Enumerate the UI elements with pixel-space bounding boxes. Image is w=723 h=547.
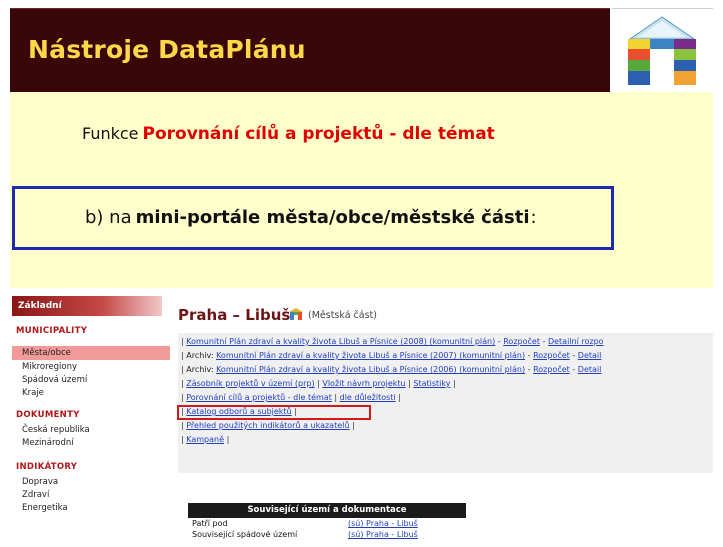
sidebar-item-label: Města/obce — [22, 348, 71, 358]
related-link[interactable]: (sú) Praha - Libuš — [348, 519, 418, 528]
table-row: Patří pod (sú) Praha - Libuš — [188, 518, 466, 529]
link-komunitni-plan-2008[interactable]: Komunitní Plán zdraví a kvality života L… — [186, 337, 495, 346]
link-detail[interactable]: Detail — [578, 365, 602, 374]
link-line-1: | Komunitní Plán zdraví a kvality života… — [181, 337, 604, 346]
related-link[interactable]: (sú) Praha - Libuš — [348, 530, 418, 539]
link-detailni-rozpocet[interactable]: Detailní rozpo — [548, 337, 604, 346]
portal-strong: mini-portále města/obce/městské části — [135, 207, 530, 228]
function-line: Funkce Porovnání cílů a projektů - dle té… — [82, 124, 495, 144]
related-table-head: Související území a dokumentace — [188, 503, 466, 518]
function-prefix: Funkce — [82, 124, 139, 143]
sidebar-item-energetika[interactable]: Energetika — [22, 503, 68, 513]
arch-logo-icon — [628, 16, 696, 85]
link-detail[interactable]: Detail — [578, 351, 602, 360]
link-line-4: | Zásobník projektů v území (prp) | Vlož… — [181, 379, 456, 388]
link-komunitni-plan-2007[interactable]: Komunitní Plán zdraví a kvality života L… — [216, 351, 525, 360]
archive-label: Archiv: — [186, 351, 214, 360]
link-kampane[interactable]: Kampaně — [186, 435, 224, 444]
link-zasobnik-projektu[interactable]: Zásobník projektů v území (prp) — [186, 379, 314, 388]
sidebar-head: Základní — [12, 296, 162, 316]
sidebar-item-mikroregiony[interactable]: Mikroregiony — [22, 362, 77, 372]
link-line-7: | Přehled použitých indikátorů a ukazate… — [181, 421, 355, 430]
portal-callout: b) na mini-portále města/obce/městské čás… — [12, 186, 614, 250]
town-hall-icon — [289, 308, 303, 320]
related-key: Související spádové území — [192, 530, 298, 539]
link-line-5: | Porovnání cílů a projektů - dle témat … — [181, 393, 401, 402]
sidebar-section-municipality: MUNICIPALITY — [16, 326, 88, 336]
explanation-panel: Funkce Porovnání cílů a projektů - dle té… — [10, 92, 713, 288]
portal-screenshot: Základní MUNICIPALITY Města/obce Mikrore… — [10, 290, 713, 540]
sidebar-item-spadova-uzemi[interactable]: Spádová území — [22, 375, 87, 385]
link-line-3: | Archiv: Komunitní Plán zdraví a kvalit… — [181, 365, 602, 374]
related-key: Patří pod — [192, 519, 228, 528]
function-name: Porovnání cílů a projektů - dle témat — [142, 124, 495, 144]
header-title: Nástroje DataPlánu — [28, 35, 306, 64]
sidebar-item-ceska-republika[interactable]: Česká republika — [22, 425, 90, 435]
header-band: Nástroje DataPlánu — [10, 8, 610, 92]
link-porovnani-dle-temat[interactable]: Porovnání cílů a projektů - dle témat — [186, 393, 332, 402]
link-prehled-indikatoru[interactable]: Přehled použitých indikátorů a ukazatelů — [186, 421, 349, 430]
sidebar-item-kraje[interactable]: Kraje — [22, 388, 44, 398]
links-panel: | Komunitní Plán zdraví a kvality života… — [178, 333, 713, 473]
link-line-8: | Kampaně | — [181, 435, 230, 444]
page-title: Praha – Libuš — [178, 306, 291, 324]
link-rozpocet[interactable]: Rozpočet — [533, 351, 570, 360]
sidebar-section-indikatory: INDIKÁTORY — [16, 462, 78, 472]
related-table: Související území a dokumentace Patří po… — [188, 503, 466, 540]
link-vlozit-navrh[interactable]: Vložit návrh projektu — [322, 379, 405, 388]
sidebar: Základní MUNICIPALITY Města/obce Mikrore… — [12, 296, 170, 537]
highlight-frame — [177, 405, 371, 420]
link-komunitni-plan-2006[interactable]: Komunitní Plán zdraví a kvality života L… — [216, 365, 525, 374]
main-content: Praha – Libuš (Městská část) | Komunitní… — [174, 290, 713, 540]
presentation-slide: Nástroje DataPlánu Funkce Porovnání cílů … — [0, 0, 723, 547]
link-rozpocet[interactable]: Rozpočet — [503, 337, 540, 346]
page-subtitle: (Městská část) — [308, 310, 377, 321]
sidebar-item-mesta-obce[interactable]: Města/obce — [12, 346, 170, 360]
portal-text: b) na mini-portále města/obce/městské čás… — [85, 207, 537, 228]
dataplan-logo — [612, 8, 713, 92]
link-statistiky[interactable]: Statistiky — [413, 379, 450, 388]
sidebar-section-dokumenty: DOKUMENTY — [16, 410, 80, 420]
portal-colon: : — [530, 207, 537, 228]
link-rozpocet[interactable]: Rozpočet — [533, 365, 570, 374]
sidebar-item-doprava[interactable]: Doprava — [22, 477, 58, 487]
archive-label: Archiv: — [186, 365, 214, 374]
portal-prefix: b) na — [85, 207, 132, 228]
sidebar-item-zdravi[interactable]: Zdraví — [22, 490, 49, 500]
table-row: Související spádové území (sú) Praha - L… — [188, 529, 466, 540]
link-dle-dulezitosti[interactable]: dle důležitosti — [340, 393, 396, 402]
sidebar-item-mezinarodni[interactable]: Mezinárodní — [22, 438, 74, 448]
link-line-2: | Archiv: Komunitní Plán zdraví a kvalit… — [181, 351, 602, 360]
